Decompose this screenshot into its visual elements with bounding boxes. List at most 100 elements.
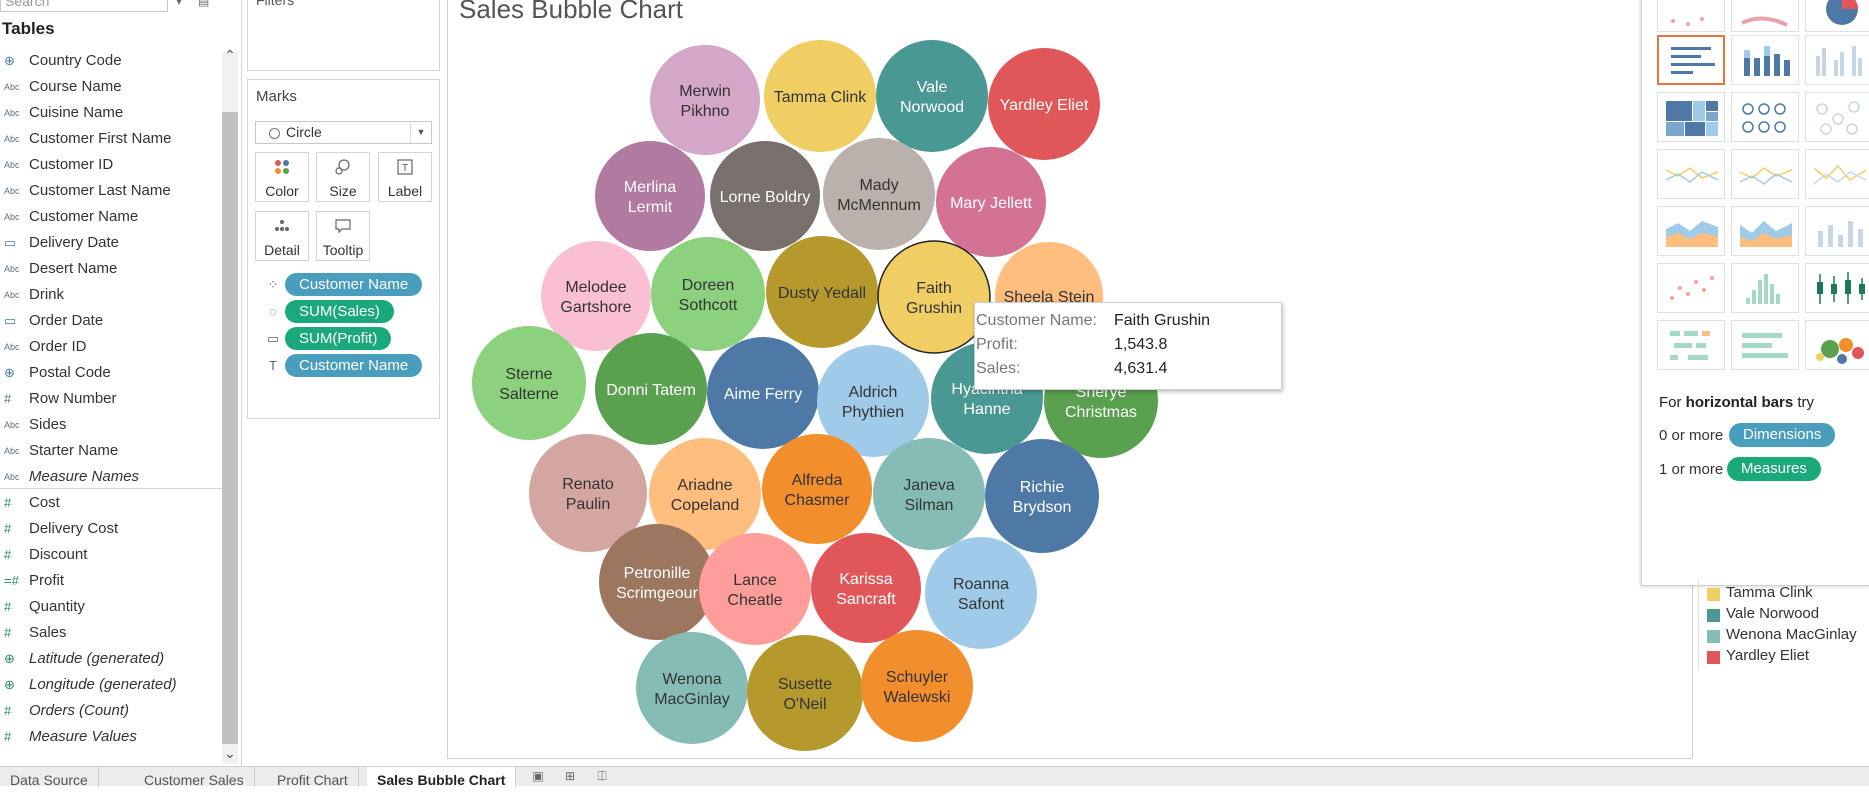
field-order-date[interactable]: ▭ Order Date	[0, 308, 220, 334]
thumb-dual-lines[interactable]	[1805, 149, 1869, 199]
tooltip-button[interactable]: Tooltip	[316, 211, 370, 261]
field-customer-id[interactable]: Abc Customer ID	[0, 152, 220, 178]
field-sales[interactable]: # Sales	[0, 620, 220, 646]
bubble-circle[interactable]	[823, 138, 935, 250]
bubble[interactable]: Lance Cheatle	[699, 533, 811, 645]
thumb-scatter-plot[interactable]	[1657, 263, 1725, 313]
field-delivery-cost[interactable]: # Delivery Cost	[0, 516, 220, 542]
bubble[interactable]: Merlina Lermit	[595, 141, 705, 251]
field-customer-name[interactable]: Abc Customer Name	[0, 204, 220, 230]
thumb-side-by-side-circles[interactable]	[1805, 92, 1869, 142]
bubble-circle[interactable]	[861, 630, 973, 742]
pill-sum-sales[interactable]: SUM(Sales)	[285, 300, 394, 323]
pill-customer-name[interactable]: Customer Name	[285, 273, 423, 296]
field-customer-last-name[interactable]: Abc Customer Last Name	[0, 178, 220, 204]
field-profit[interactable]: =# Profit	[0, 568, 220, 594]
color-button[interactable]: Color	[255, 152, 309, 202]
scroll-down-icon[interactable]: ⌄	[222, 746, 238, 760]
thumb-gantt[interactable]	[1657, 320, 1725, 370]
bubble[interactable]: Merwin Pikhno	[650, 45, 760, 155]
thumb-side-by-side-bars[interactable]	[1805, 35, 1869, 85]
bubble[interactable]: Dusty Yedall	[766, 236, 878, 348]
bubble[interactable]: Mady McMennum	[823, 138, 935, 250]
thumb-packed-bubbles[interactable]	[1805, 320, 1869, 370]
thumb-symbol-map[interactable]	[1657, 0, 1725, 32]
tab-profit-chart[interactable]: Profit Chart	[267, 767, 359, 788]
field-starter-name[interactable]: Abc Starter Name	[0, 438, 220, 464]
marks-pill-size[interactable]: ◌ SUM(Sales)	[255, 300, 435, 324]
field-quantity[interactable]: # Quantity	[0, 594, 220, 620]
bubble-circle[interactable]	[925, 537, 1037, 649]
thumb-pie-chart[interactable]	[1805, 0, 1869, 32]
field-desert-name[interactable]: Abc Desert Name	[0, 256, 220, 282]
bubble-circle[interactable]	[472, 326, 586, 440]
bubble[interactable]: Schuyler Walewski	[861, 630, 973, 742]
thumb-box-plot[interactable]	[1805, 263, 1869, 313]
thumb-dual-combination[interactable]	[1805, 206, 1869, 256]
thumb-area-continuous[interactable]	[1657, 206, 1725, 256]
field-order-id[interactable]: Abc Order ID	[0, 334, 220, 360]
field-measure-values[interactable]: # Measure Values	[0, 724, 220, 750]
chevron-down-icon[interactable]: ▼	[410, 122, 431, 143]
filters-shelf[interactable]	[247, 0, 440, 71]
field-latitude[interactable]: ⊕ Latitude (generated)	[0, 646, 220, 672]
field-orders-count[interactable]: # Orders (Count)	[0, 698, 220, 724]
bubble-circle[interactable]	[811, 533, 921, 643]
thumb-horizontal-bars[interactable]	[1657, 35, 1725, 85]
bubble[interactable]: Vale Norwood	[876, 40, 988, 152]
bubble[interactable]: Lorne Boldry	[710, 141, 820, 251]
field-cuisine-name[interactable]: Abc Cuisine Name	[0, 100, 220, 126]
new-story-icon[interactable]: ⎅	[592, 769, 612, 785]
thumb-lines-continuous[interactable]	[1657, 149, 1725, 199]
thumb-bullet[interactable]	[1731, 320, 1799, 370]
pill-sum-profit[interactable]: SUM(Profit)	[285, 327, 392, 350]
field-country-code[interactable]: ⊕ Country Code	[0, 48, 220, 74]
bubble[interactable]: Susette O'Neil	[747, 635, 863, 751]
field-discount[interactable]: # Discount	[0, 542, 220, 568]
bubble[interactable]: Roanna Safont	[925, 537, 1037, 649]
scrollbar-thumb[interactable]	[222, 112, 238, 744]
detail-button[interactable]: Detail	[255, 211, 309, 261]
thumb-stacked-bars[interactable]	[1731, 35, 1799, 85]
field-row-number[interactable]: # Row Number	[0, 386, 220, 412]
field-longitude[interactable]: ⊕ Longitude (generated)	[0, 672, 220, 698]
bubble[interactable]: Yardley Eliet	[988, 48, 1100, 160]
new-dashboard-icon[interactable]: ⊞	[560, 769, 580, 785]
field-course-name[interactable]: Abc Course Name	[0, 74, 220, 100]
thumb-lines-discrete[interactable]	[1731, 149, 1799, 199]
marks-pill-label[interactable]: T Customer Name	[255, 354, 435, 378]
thumb-treemap[interactable]	[1657, 92, 1725, 142]
scroll-up-icon[interactable]: ⌃	[222, 48, 238, 62]
field-drink[interactable]: Abc Drink	[0, 282, 220, 308]
field-cost[interactable]: # Cost	[0, 490, 220, 516]
filter-icon[interactable]: ▾	[176, 0, 182, 8]
search-dropdown-icon[interactable]: ▼	[151, 0, 161, 3]
bubble-circle[interactable]	[599, 524, 715, 640]
pill-customer-name-label[interactable]: Customer Name	[285, 354, 423, 377]
bubble-circle[interactable]	[595, 141, 705, 251]
tab-sales-bubble-chart[interactable]: Sales Bubble Chart	[367, 767, 517, 788]
tab-customer-sales[interactable]: Customer Sales	[134, 767, 255, 788]
bubble[interactable]: Tamma Clink	[764, 40, 876, 152]
mark-type-select[interactable]: Circle ▼	[255, 121, 432, 144]
bubble[interactable]: Donni Tatem	[595, 333, 707, 445]
new-worksheet-icon[interactable]: ▣	[528, 769, 548, 785]
bubble-circle[interactable]	[985, 439, 1099, 553]
bubble-circle[interactable]	[747, 635, 863, 751]
bubble-circle[interactable]	[650, 45, 760, 155]
field-delivery-date[interactable]: ▭ Delivery Date	[0, 230, 220, 256]
bubble[interactable]: Karissa Sancraft	[811, 533, 921, 643]
bubble-circle[interactable]	[876, 40, 988, 152]
bubble[interactable]: Sterne Salterne	[472, 326, 586, 440]
bubble[interactable]: Aime Ferry	[707, 337, 819, 449]
label-button[interactable]: T Label	[378, 152, 432, 202]
bubble-circle[interactable]	[651, 237, 765, 351]
bubble[interactable]: Doreen Sothcott	[651, 237, 765, 351]
view-options-icon[interactable]: ▤	[198, 0, 209, 8]
thumb-circle-views[interactable]	[1731, 92, 1799, 142]
tab-data-source[interactable]: Data Source	[0, 767, 99, 788]
bubble-circle[interactable]	[762, 434, 872, 544]
bubble[interactable]: Richie Brydson	[985, 439, 1099, 553]
bubble[interactable]: Janeva Silman	[873, 438, 985, 550]
field-measure-names[interactable]: Abc Measure Names	[0, 464, 220, 490]
